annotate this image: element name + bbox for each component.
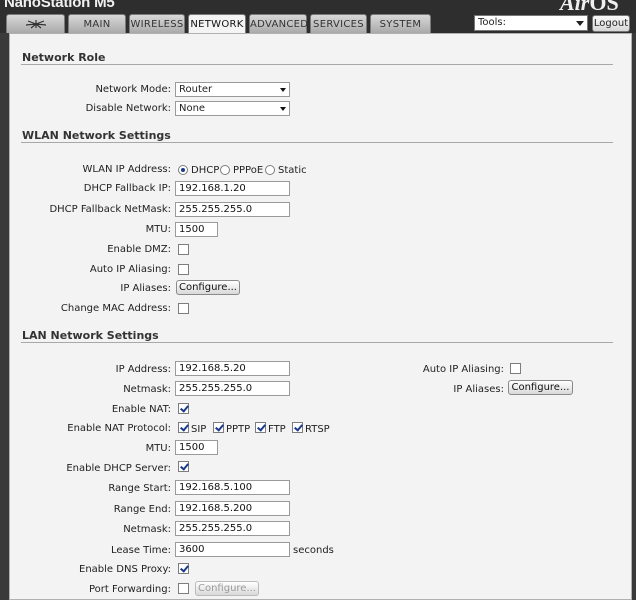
dhcp-fallback-ip-input[interactable]: 192.168.1.20: [175, 181, 290, 196]
lan-netmask-input[interactable]: 255.255.255.0: [175, 381, 290, 396]
ubiquiti-logo-icon: [25, 20, 46, 29]
tab-ubiquiti-logo[interactable]: [6, 14, 65, 33]
nat-ftp-checkbox[interactable]: [255, 422, 266, 433]
dhcp-netmask-input[interactable]: 255.255.255.0: [175, 521, 290, 536]
tab-network[interactable]: NETWORK: [188, 14, 246, 34]
nat-ftp-label: FTP: [268, 424, 286, 435]
wlan-ip-label: WLAN IP Address:: [82, 164, 171, 175]
chevron-down-icon: [576, 21, 584, 26]
tab-advanced[interactable]: ADVANCED: [249, 14, 308, 33]
enable-dhcp-server-label: Enable DHCP Server:: [66, 463, 171, 474]
lease-time-input[interactable]: 3600: [175, 542, 290, 557]
tools-select[interactable]: Tools:: [474, 15, 588, 31]
brand-title: NanoStation M5: [4, 0, 115, 11]
enable-nat-label: Enable NAT:: [111, 404, 171, 415]
lan-ip-label: IP Address:: [115, 364, 171, 375]
wlan-mtu-input[interactable]: 1500: [175, 222, 218, 237]
dhcp-fallback-netmask-label: DHCP Fallback NetMask:: [49, 204, 171, 215]
tab-services[interactable]: SERVICES: [310, 14, 367, 33]
section-divider: [21, 64, 613, 65]
section-title-wlan: WLAN Network Settings: [22, 129, 171, 142]
enable-dns-proxy-checkbox[interactable]: [178, 563, 189, 574]
range-start-input[interactable]: 192.168.5.100: [175, 480, 290, 495]
section-title-network-role: Network Role: [22, 51, 106, 64]
enable-dmz-checkbox[interactable]: [178, 244, 189, 255]
lan-ip-aliases-configure-button[interactable]: Configure...: [508, 380, 573, 395]
wlan-ip-static-radio[interactable]: [265, 165, 275, 175]
dhcp-fallback-netmask-input[interactable]: 255.255.255.0: [175, 202, 290, 217]
enable-nat-protocol-label: Enable NAT Protocol:: [67, 423, 171, 434]
wlan-ip-static-label: Static: [278, 165, 307, 176]
change-mac-checkbox[interactable]: [178, 303, 189, 314]
section-divider: [21, 142, 613, 143]
network-mode-value: Router: [179, 84, 213, 95]
tab-main[interactable]: MAIN: [68, 14, 126, 33]
wlan-ip-pppoe-radio[interactable]: [220, 165, 230, 175]
network-mode-select[interactable]: Router: [175, 82, 290, 97]
wlan-mtu-label: MTU:: [145, 224, 171, 235]
enable-dns-proxy-label: Enable DNS Proxy:: [79, 564, 171, 575]
wlan-ip-aliases-label: IP Aliases:: [120, 283, 171, 294]
lan-netmask-label: Netmask:: [123, 384, 171, 395]
network-mode-label: Network Mode:: [95, 84, 171, 95]
airos-logo: AirOS: [560, 0, 619, 15]
section-divider: [21, 342, 613, 343]
logout-button[interactable]: Logout: [592, 15, 630, 32]
chevron-down-icon: [280, 107, 286, 111]
range-end-input[interactable]: 192.168.5.200: [175, 501, 290, 516]
port-forwarding-configure-button[interactable]: Configure...: [195, 581, 259, 596]
nat-rtsp-label: RTSP: [305, 424, 330, 435]
dhcp-fallback-ip-label: DHCP Fallback IP:: [83, 183, 171, 194]
tools-select-label: Tools:: [478, 17, 507, 28]
tab-system[interactable]: SYSTEM: [370, 14, 431, 33]
wlan-ip-pppoe-label: PPPoE: [233, 165, 264, 176]
top-bar: NanoStation M5 AirOS MAIN WIRELESS NETWO…: [0, 0, 636, 34]
nat-pptp-label: PPTP: [226, 424, 251, 435]
wlan-auto-ip-aliasing-checkbox[interactable]: [178, 264, 189, 275]
chevron-down-icon: [280, 88, 286, 92]
network-settings-panel: [9, 33, 632, 600]
nat-sip-checkbox[interactable]: [178, 422, 189, 433]
port-forwarding-checkbox[interactable]: [178, 583, 189, 594]
lan-mtu-label: MTU:: [145, 443, 171, 454]
dhcp-netmask-label: Netmask:: [123, 524, 171, 535]
lan-ip-aliases-label: IP Aliases:: [453, 384, 504, 395]
lan-mtu-input[interactable]: 1500: [175, 440, 218, 455]
enable-nat-checkbox[interactable]: [178, 403, 189, 414]
range-start-label: Range Start:: [108, 483, 171, 494]
lan-auto-ip-aliasing-checkbox[interactable]: [510, 363, 521, 374]
lease-time-label: Lease Time:: [110, 545, 171, 556]
enable-dmz-label: Enable DMZ:: [107, 244, 171, 255]
wlan-ip-aliases-configure-button[interactable]: Configure...: [176, 280, 240, 295]
section-title-lan: LAN Network Settings: [22, 329, 159, 342]
wlan-ip-dhcp-label: DHCP: [191, 165, 220, 176]
wlan-ip-dhcp-radio[interactable]: [178, 165, 188, 175]
change-mac-label: Change MAC Address:: [60, 303, 171, 314]
lease-time-unit: seconds: [293, 545, 334, 556]
tab-wireless[interactable]: WIRELESS: [129, 14, 185, 33]
nat-sip-label: SIP: [191, 424, 207, 435]
wlan-auto-ip-aliasing-label: Auto IP Aliasing:: [89, 264, 171, 275]
disable-network-value: None: [179, 103, 206, 114]
enable-dhcp-server-checkbox[interactable]: [178, 461, 189, 472]
lan-ip-input[interactable]: 192.168.5.20: [175, 361, 290, 376]
lan-auto-ip-aliasing-label: Auto IP Aliasing:: [422, 364, 504, 375]
range-end-label: Range End:: [113, 504, 171, 515]
nat-pptp-checkbox[interactable]: [213, 422, 224, 433]
disable-network-select[interactable]: None: [175, 101, 290, 116]
disable-network-label: Disable Network:: [85, 103, 171, 114]
nat-rtsp-checkbox[interactable]: [292, 422, 303, 433]
port-forwarding-label: Port Forwarding:: [88, 584, 171, 595]
